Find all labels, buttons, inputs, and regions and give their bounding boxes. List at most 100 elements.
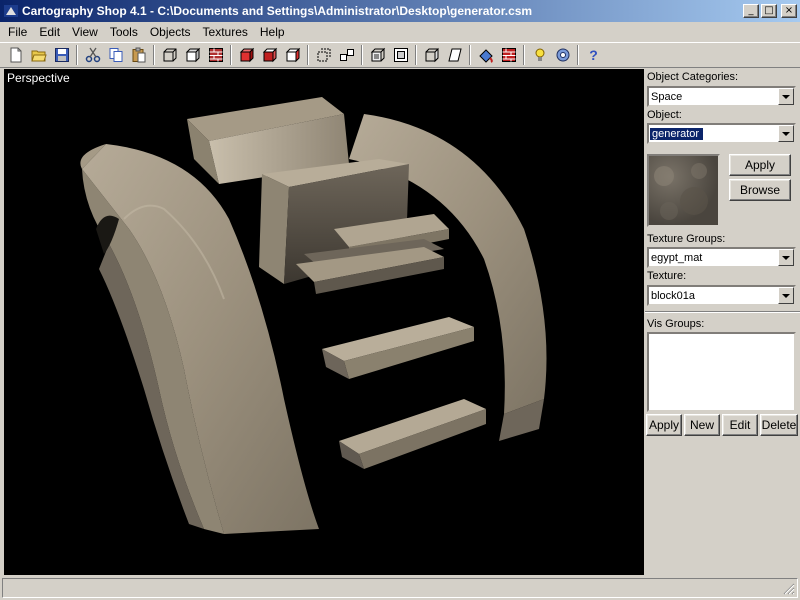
texture-cube-button[interactable]: [204, 44, 227, 66]
properties-panel: Object Categories: Space Object: generat…: [645, 69, 800, 575]
select-button[interactable]: [312, 44, 335, 66]
dashed-cube-icon: [317, 48, 330, 62]
window-title: Cartography Shop 4.1 - C:\Documents and …: [22, 4, 533, 18]
title-bar: Cartography Shop 4.1 - C:\Documents and …: [0, 0, 800, 22]
chevron-down-icon: [782, 131, 790, 136]
toolbar-separator: [76, 45, 78, 65]
vis-edit-button[interactable]: Edit: [722, 414, 758, 436]
hollow-button[interactable]: [389, 44, 412, 66]
save-icon: [54, 48, 69, 62]
cut-button[interactable]: [81, 44, 104, 66]
object-categories-label: Object Categories:: [647, 71, 739, 83]
maximize-button[interactable]: □: [761, 4, 777, 18]
paste-button[interactable]: [127, 44, 150, 66]
texture-value: block01a: [651, 289, 696, 302]
toolbar-separator: [577, 45, 579, 65]
move-button[interactable]: [335, 44, 358, 66]
dropdown-button[interactable]: [778, 287, 794, 304]
menu-file[interactable]: File: [2, 25, 33, 39]
move-cubes-icon: [339, 49, 354, 61]
face-button[interactable]: [420, 44, 443, 66]
object-value: generator: [650, 127, 704, 140]
texture-browser-button[interactable]: [497, 44, 520, 66]
minimize-icon: _: [748, 5, 754, 16]
paste-icon: [132, 47, 145, 63]
help-button[interactable]: ?: [582, 44, 605, 66]
red-cube-front-button[interactable]: [281, 44, 304, 66]
red-cube-side-button[interactable]: [258, 44, 281, 66]
hollow-cube-icon: [393, 48, 408, 62]
vis-apply-button[interactable]: Apply: [646, 414, 682, 436]
menu-tools[interactable]: Tools: [104, 25, 144, 39]
carve-button[interactable]: [366, 44, 389, 66]
vis-delete-button[interactable]: Delete: [760, 414, 798, 436]
toolbar: ?: [0, 42, 800, 68]
gear-icon: [556, 48, 569, 62]
dropdown-button[interactable]: [778, 125, 794, 142]
plane-icon: [447, 48, 462, 62]
menu-help[interactable]: Help: [254, 25, 291, 39]
scissors-icon: [85, 47, 100, 63]
settings-button[interactable]: [551, 44, 574, 66]
new-button[interactable]: [4, 44, 27, 66]
brick-texture-icon: [501, 48, 516, 62]
app-icon[interactable]: [3, 3, 19, 19]
perspective-viewport[interactable]: Perspective: [4, 69, 644, 575]
help-icon: ?: [589, 47, 598, 63]
light-button[interactable]: [528, 44, 551, 66]
toolbar-separator: [523, 45, 525, 65]
flat-cube-button[interactable]: [181, 44, 204, 66]
maximize-icon: □: [764, 5, 774, 16]
chevron-down-icon: [782, 94, 790, 99]
chevron-down-icon: [782, 255, 790, 260]
close-button[interactable]: ×: [781, 4, 797, 18]
copy-button[interactable]: [104, 44, 127, 66]
vis-new-button[interactable]: New: [684, 414, 720, 436]
close-icon: ×: [784, 5, 794, 16]
menu-objects[interactable]: Objects: [144, 25, 197, 39]
save-button[interactable]: [50, 44, 73, 66]
plane-button[interactable]: [443, 44, 466, 66]
toolbar-separator: [361, 45, 363, 65]
texture-preview: [647, 154, 720, 227]
status-bar: [2, 578, 798, 598]
object-select[interactable]: generator: [647, 123, 796, 144]
object-categories-value: Space: [651, 90, 683, 103]
menu-view[interactable]: View: [66, 25, 104, 39]
generator-model: [80, 97, 547, 534]
open-button[interactable]: [27, 44, 50, 66]
vis-groups-list[interactable]: [647, 332, 796, 412]
toolbar-separator: [307, 45, 309, 65]
apply-object-button[interactable]: Apply: [729, 154, 791, 176]
minimize-button[interactable]: _: [743, 4, 759, 18]
panel-divider: [645, 311, 800, 313]
wire-cube-button[interactable]: [158, 44, 181, 66]
toolbar-separator: [415, 45, 417, 65]
dropdown-button[interactable]: [778, 249, 794, 266]
red-cube-button[interactable]: [235, 44, 258, 66]
texture-select[interactable]: block01a: [647, 285, 796, 306]
brick-cube-icon: [208, 48, 223, 62]
wireframe-cube-icon: [163, 48, 176, 62]
dropdown-button[interactable]: [778, 88, 794, 105]
new-file-icon: [10, 47, 21, 63]
viewport-label: Perspective: [7, 71, 70, 85]
chevron-down-icon: [782, 293, 790, 298]
paint-button[interactable]: [474, 44, 497, 66]
open-folder-icon: [30, 50, 47, 62]
red-cube-front-icon: [285, 47, 300, 63]
menu-bar: File Edit View Tools Objects Textures He…: [0, 22, 800, 41]
menu-edit[interactable]: Edit: [33, 25, 66, 39]
flat-cube-icon: [185, 47, 200, 63]
texture-groups-select[interactable]: egypt_mat: [647, 247, 796, 268]
object-label: Object:: [647, 109, 682, 121]
copy-icon: [109, 48, 122, 62]
menu-textures[interactable]: Textures: [197, 25, 254, 39]
red-cube-side-icon: [262, 47, 277, 63]
browse-button[interactable]: Browse: [729, 179, 791, 201]
resize-grip-icon[interactable]: [783, 583, 795, 595]
paint-bucket-icon: [478, 49, 493, 63]
toolbar-separator: [230, 45, 232, 65]
object-categories-select[interactable]: Space: [647, 86, 796, 107]
texture-groups-label: Texture Groups:: [647, 233, 726, 245]
